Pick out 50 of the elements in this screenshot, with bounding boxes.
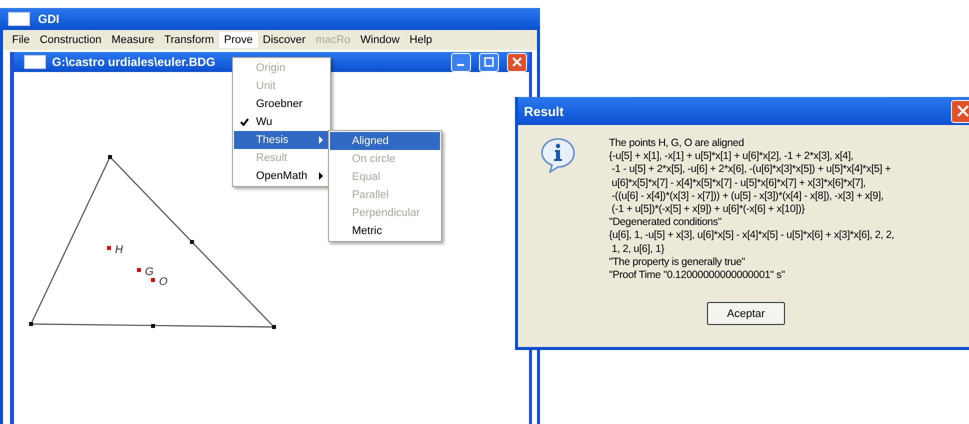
menu-item[interactable]: File xyxy=(7,32,35,48)
maximize-icon xyxy=(484,57,494,67)
result-text-line: {-u[5] + x[1], -x[1] + u[5]*x[1] + u[6]*x[2], -1 + 2*x[3], x[4], xyxy=(609,150,854,164)
point-marker xyxy=(107,246,111,250)
point-label: G xyxy=(145,266,154,278)
result-text-line: (-1 + u[5])*(-x[5] + x[9]) + u[6]*(-x[6] + x[10])} xyxy=(610,203,806,216)
menu-item[interactable]: Aligned xyxy=(330,132,440,150)
maximize-button[interactable] xyxy=(479,52,499,72)
menu-item[interactable]: Transform xyxy=(159,32,220,48)
vertex-marker xyxy=(272,325,276,329)
point-label: O xyxy=(159,276,168,288)
result-text-line: "Degenerated conditions" xyxy=(609,216,722,230)
menu-item[interactable]: Metric xyxy=(330,222,440,240)
result-text-line: -((u[6] - x[4])*(x[3] - x[7])) + (u[5] - x[3])*(x[4] - x[8]), -x[3] + x[9], xyxy=(610,190,884,204)
result-text-line: "The property is generally true" xyxy=(609,256,746,270)
accept-button[interactable]: Aceptar xyxy=(707,302,785,326)
menu-item[interactable]: Prove xyxy=(219,32,258,48)
menu-item[interactable]: Construction xyxy=(34,32,106,48)
result-text-line: 1, 2, u[6], 1} xyxy=(610,242,666,256)
menu-item[interactable]: Groebner xyxy=(234,95,329,113)
menu-item[interactable]: Window xyxy=(355,32,405,48)
point-marker xyxy=(137,268,141,272)
close-button[interactable] xyxy=(951,100,969,122)
menu-item[interactable]: Wu xyxy=(234,113,329,131)
vertex-marker xyxy=(108,155,112,159)
result-text-line: {u[6], 1, -u[5] + x[3], u[6]*x[5] - x[4]*x[5] - u[5]*x[6] + x[3]*x[6], 2, 2, xyxy=(609,229,894,243)
point-label: H xyxy=(115,244,123,256)
dialog-title: Result xyxy=(524,104,565,118)
result-text-line: u[6]*x[5]*x[7] - x[4]*x[5]*x[7] - u[5]*x[6]*x[7] + x[3]*x[6]*x[7], xyxy=(610,176,867,190)
document-icon xyxy=(24,55,46,69)
point-marker xyxy=(151,278,155,282)
vertex-marker xyxy=(151,324,155,328)
vertex-marker xyxy=(29,322,33,326)
menu-item[interactable]: Measure xyxy=(106,32,160,48)
result-text-line: -1 - u[5] + 2*x[5], -u[6] + 2*x[6], -(u[6]*x[3]*x[5]) + u[5]*x[4]*x[5] + xyxy=(610,163,892,177)
info-icon xyxy=(540,137,576,173)
app-icon xyxy=(8,12,30,26)
result-text-line: The points H, G, O are aligned xyxy=(609,137,745,150)
close-icon xyxy=(512,57,522,67)
result-text-line: "Proof Time "0.12000000000000001" s" xyxy=(609,269,786,282)
menu-item[interactable]: Help xyxy=(404,32,438,48)
menu-item[interactable]: OpenMath xyxy=(234,167,329,185)
menu-item[interactable]: Thesis xyxy=(234,131,329,149)
close-icon xyxy=(956,105,968,117)
menu-item[interactable]: Discover xyxy=(258,32,311,48)
minimize-button[interactable] xyxy=(451,52,471,72)
vertex-marker xyxy=(190,240,194,244)
window-title: GDI xyxy=(38,12,60,26)
close-button[interactable] xyxy=(507,52,527,72)
document-title: G:\castro urdiales\euler.BDG xyxy=(52,55,216,69)
